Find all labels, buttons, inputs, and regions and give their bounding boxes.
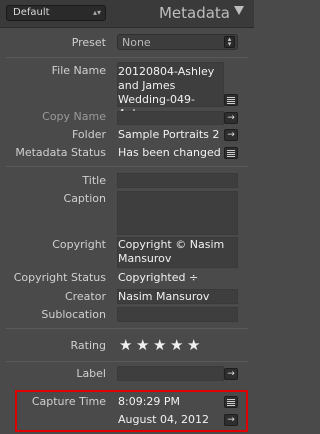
title-label: Title [82,174,106,187]
updown-icon: ▴▾ [224,36,235,48]
sublocation-label: Sublocation [41,308,106,321]
metadata-status-value: Has been changed [118,146,221,159]
star-icon[interactable]: ★ [119,336,136,354]
folder-label: Folder [72,128,106,141]
sublocation-field[interactable] [117,307,238,322]
star-icon[interactable]: ★ [187,336,204,354]
panel-header: Default ▴▾ Metadata [0,0,254,28]
separator [6,166,248,167]
metadata-preset-dropdown[interactable]: Default ▴▾ [6,5,106,21]
preset-value: None [122,36,151,49]
title-field[interactable] [117,173,238,188]
copyright-row: Copyright Copyright © Nasim Mansurov [0,237,254,269]
metadata-preset-label: Default [13,7,50,18]
folder-row: Folder Sample Portraits 2 → [0,127,254,143]
copyright-status-select[interactable]: Copyrighted ÷ [118,271,222,285]
folder-value: Sample Portraits 2 [118,128,220,141]
creator-row: Creator Nasim Mansurov [0,289,254,305]
capture-time-highlight [15,390,248,432]
list-icon[interactable] [224,147,238,159]
sublocation-row: Sublocation [0,307,254,323]
separator [6,328,248,329]
preset-label: Preset [71,36,106,49]
star-icon[interactable]: ★ [153,336,170,354]
star-icon[interactable]: ★ [170,336,187,354]
triangle-down-icon[interactable] [234,6,244,15]
rating-row: Rating ★ ★ ★ ★ ★ [0,336,254,356]
creator-label: Creator [64,290,106,303]
file-name-row: File Name 20120804-Ashley and James Wedd… [0,62,254,120]
caption-row: Caption [0,191,254,237]
panel-title: Metadata [158,4,230,22]
creator-value: Nasim Mansurov [118,290,210,303]
label-label: Label [76,367,106,380]
copyright-label: Copyright [52,238,106,251]
separator [6,57,248,58]
list-icon[interactable] [224,94,238,106]
copy-name-field[interactable] [117,111,224,125]
separator [6,361,248,362]
metadata-status-row: Metadata Status Has been changed [0,145,254,161]
copy-name-row: Copy Name → [0,110,254,126]
arrow-right-icon[interactable]: → [224,112,238,124]
updown-icon: ▴▾ [92,8,101,17]
rating-label: Rating [70,339,106,352]
caption-label: Caption [63,192,106,205]
metadata-status-label: Metadata Status [15,146,106,159]
title-row: Title [0,172,254,189]
copyright-status-label: Copyright Status [13,271,106,284]
copyright-value: Copyright © Nasim Mansurov [118,238,225,265]
copyright-status-row: Copyright Status Copyrighted ÷ [0,270,254,286]
arrow-right-icon[interactable]: → [224,368,238,380]
star-rating[interactable]: ★ ★ ★ ★ ★ [119,336,204,354]
file-name-label: File Name [51,64,106,77]
label-row: Label → [0,366,254,382]
preset-select[interactable]: None ▴ ▾ [117,34,238,50]
star-icon[interactable]: ★ [136,336,153,354]
label-field[interactable] [117,366,224,381]
copy-name-label: Copy Name [42,110,106,123]
arrow-right-icon[interactable]: → [224,129,238,141]
caption-field[interactable] [117,191,238,235]
preset-row: Preset None ▴ ▾ [0,34,254,52]
